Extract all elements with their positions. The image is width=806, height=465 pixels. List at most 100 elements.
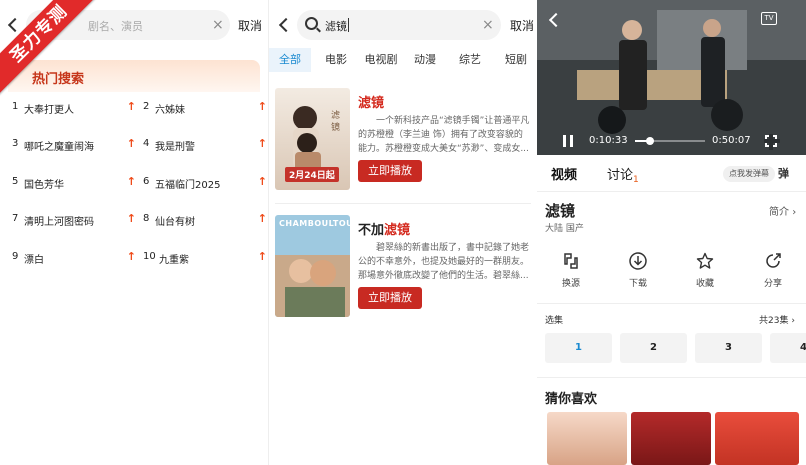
rank-number: 6 — [143, 176, 150, 187]
svg-text:滤: 滤 — [331, 109, 340, 121]
title-prefix: 不加 — [358, 223, 385, 238]
video-frame[interactable]: TV 0:10:33 0:50:07 — [537, 0, 806, 155]
hot-item-7[interactable]: 7 清明上河图密码 ↑ — [12, 212, 136, 231]
switch-source-icon — [564, 253, 578, 269]
back-chevron-icon[interactable] — [7, 17, 23, 33]
tab-video[interactable]: 视频 — [551, 164, 577, 183]
play-now-button[interactable]: 立即播放 — [358, 287, 422, 309]
tab-variety[interactable]: 综艺 — [453, 48, 487, 72]
cancel-button[interactable]: 取消 — [238, 17, 262, 34]
pause-icon[interactable] — [563, 135, 573, 147]
trend-up-icon: ↑ — [257, 175, 267, 188]
episode-button[interactable]: 1 — [545, 333, 612, 363]
video-player-panel: TV 0:10:33 0:50:07 视频 讨论1 点我发弹幕 弹 滤镜 大陆 … — [537, 0, 806, 465]
fullscreen-icon[interactable] — [764, 134, 780, 150]
play-now-button[interactable]: 立即播放 — [358, 160, 422, 182]
cast-tv-icon[interactable]: TV — [761, 12, 777, 25]
chevron-right-icon: › — [792, 207, 797, 218]
trend-up-icon: ↑ — [126, 212, 136, 225]
divider — [537, 191, 806, 192]
progress-bar[interactable] — [635, 137, 705, 145]
tab-discuss[interactable]: 讨论1 — [607, 164, 639, 185]
time-total: 0:50:07 — [712, 135, 751, 146]
discuss-count: 1 — [633, 175, 639, 185]
hot-item-3[interactable]: 3 哪吒之魔童闹海 ↑ — [12, 137, 136, 156]
hot-item-5[interactable]: 5 国色芳华 ↑ — [12, 175, 136, 194]
show-meta: 大陆 国产 — [545, 224, 584, 234]
search-results-panel: 滤镜 × 取消 全部 电影 电视剧 动漫 综艺 短剧 滤 镜 2月24日起 滤镜… — [268, 0, 536, 465]
rank-number: 5 — [12, 176, 19, 187]
intro-link[interactable]: 简介 › — [769, 203, 796, 218]
trend-up-icon: ↑ — [257, 100, 267, 113]
clear-icon[interactable]: × — [212, 18, 224, 32]
result-card[interactable]: CHAMBOULTOUT 不加滤镜 碧翠絲的新書出版了，書中記錄了她老公的不幸意… — [269, 215, 536, 325]
hot-item-title: 漂白 — [24, 255, 44, 266]
recommend-thumb[interactable] — [547, 412, 627, 465]
danmu-input[interactable]: 点我发弹幕 — [723, 166, 775, 182]
tab-tv-series[interactable]: 电视剧 — [361, 48, 401, 72]
share-button[interactable]: 分享 — [748, 252, 798, 289]
search-query: 滤镜 — [325, 20, 347, 33]
tab-anime[interactable]: 动漫 — [408, 48, 442, 72]
poster-image[interactable]: CHAMBOULTOUT — [275, 215, 350, 317]
episodes-total[interactable]: 共23集 › — [759, 313, 795, 326]
download-button[interactable]: 下载 — [613, 252, 663, 289]
action-label: 换源 — [561, 279, 580, 289]
tab-discuss-label: 讨论 — [607, 168, 634, 183]
trend-up-icon: ↑ — [126, 137, 136, 150]
recommend-title: 猜你喜欢 — [545, 392, 598, 407]
time-current: 0:10:33 — [589, 135, 628, 146]
episodes-total-text: 共23集 — [759, 316, 789, 326]
clear-icon[interactable]: × — [482, 18, 494, 32]
hot-item-6[interactable]: 6 五福临门2025 ↑ — [143, 175, 267, 194]
episode-button[interactable]: 2 — [620, 333, 687, 363]
result-card[interactable]: 滤 镜 2月24日起 滤镜 一个新科技产品“滤镜手镯”让普通平凡的苏橙橙（李兰迪… — [269, 88, 536, 198]
rank-number: 9 — [12, 251, 19, 262]
rank-number: 7 — [12, 213, 19, 224]
episode-button[interactable]: 3 — [695, 333, 762, 363]
hot-item-2[interactable]: 2 六姊妹 ↑ — [143, 100, 267, 119]
result-title: 不加滤镜 — [358, 219, 410, 238]
trend-up-icon: ↑ — [257, 137, 267, 150]
rank-number: 1 — [12, 101, 19, 112]
rank-number: 4 — [143, 138, 150, 149]
tab-short-drama[interactable]: 短剧 — [499, 48, 533, 72]
action-label: 收藏 — [695, 279, 714, 289]
favorite-button[interactable]: 收藏 — [680, 252, 730, 289]
hot-item-4[interactable]: 4 我是刑警 ↑ — [143, 137, 267, 156]
show-title: 滤镜 — [545, 202, 576, 220]
title-highlight: 滤镜 — [358, 96, 385, 111]
tab-movie[interactable]: 电影 — [319, 48, 353, 72]
episode-button[interactable]: 4 — [770, 333, 806, 363]
result-description: 碧翠絲的新書出版了，書中記錄了她老公的不幸意外，也提及她最好的一群朋友。那場意外… — [358, 243, 530, 281]
poster-image[interactable]: 滤 镜 2月24日起 — [275, 88, 350, 190]
recommend-thumb[interactable] — [715, 412, 799, 465]
trend-up-icon: ↑ — [126, 250, 136, 263]
switch-source-button[interactable]: 换源 — [546, 252, 596, 289]
cancel-button[interactable]: 取消 — [510, 17, 534, 34]
tab-all[interactable]: 全部 — [269, 48, 311, 72]
search-icon — [305, 17, 318, 30]
hot-item-1[interactable]: 1 大奉打更人 ↑ — [12, 100, 136, 119]
search-placeholder: 剧名、演员 — [88, 20, 143, 33]
download-icon — [629, 252, 647, 270]
hot-item-title: 六姊妹 — [155, 105, 185, 116]
hot-item-title: 大奉打更人 — [24, 105, 74, 116]
trend-up-icon: ↑ — [257, 212, 267, 225]
divider — [537, 377, 806, 378]
danmu-toggle-icon[interactable]: 弹 — [778, 165, 789, 181]
hot-item-10[interactable]: 10 九重紫 ↑ — [143, 250, 267, 269]
progress-knob[interactable] — [645, 137, 654, 145]
rank-number: 3 — [12, 138, 19, 149]
search-input[interactable]: 滤镜 × — [297, 10, 501, 40]
action-label: 分享 — [763, 279, 782, 289]
hot-item-8[interactable]: 8 仙台有树 ↑ — [143, 212, 267, 231]
hot-item-9[interactable]: 9 漂白 ↑ — [12, 250, 136, 269]
back-chevron-icon[interactable] — [278, 17, 294, 33]
hot-item-title: 我是刑警 — [155, 142, 195, 153]
result-description: 一个新科技产品“滤镜手镯”让普通平凡的苏橙橙（李兰迪 饰）拥有了改变容貌的能力。… — [358, 116, 530, 154]
result-title: 滤镜 — [358, 92, 384, 111]
hot-item-title: 九重紫 — [159, 255, 189, 266]
hot-item-title: 仙台有树 — [155, 217, 195, 228]
recommend-thumb[interactable] — [631, 412, 711, 465]
